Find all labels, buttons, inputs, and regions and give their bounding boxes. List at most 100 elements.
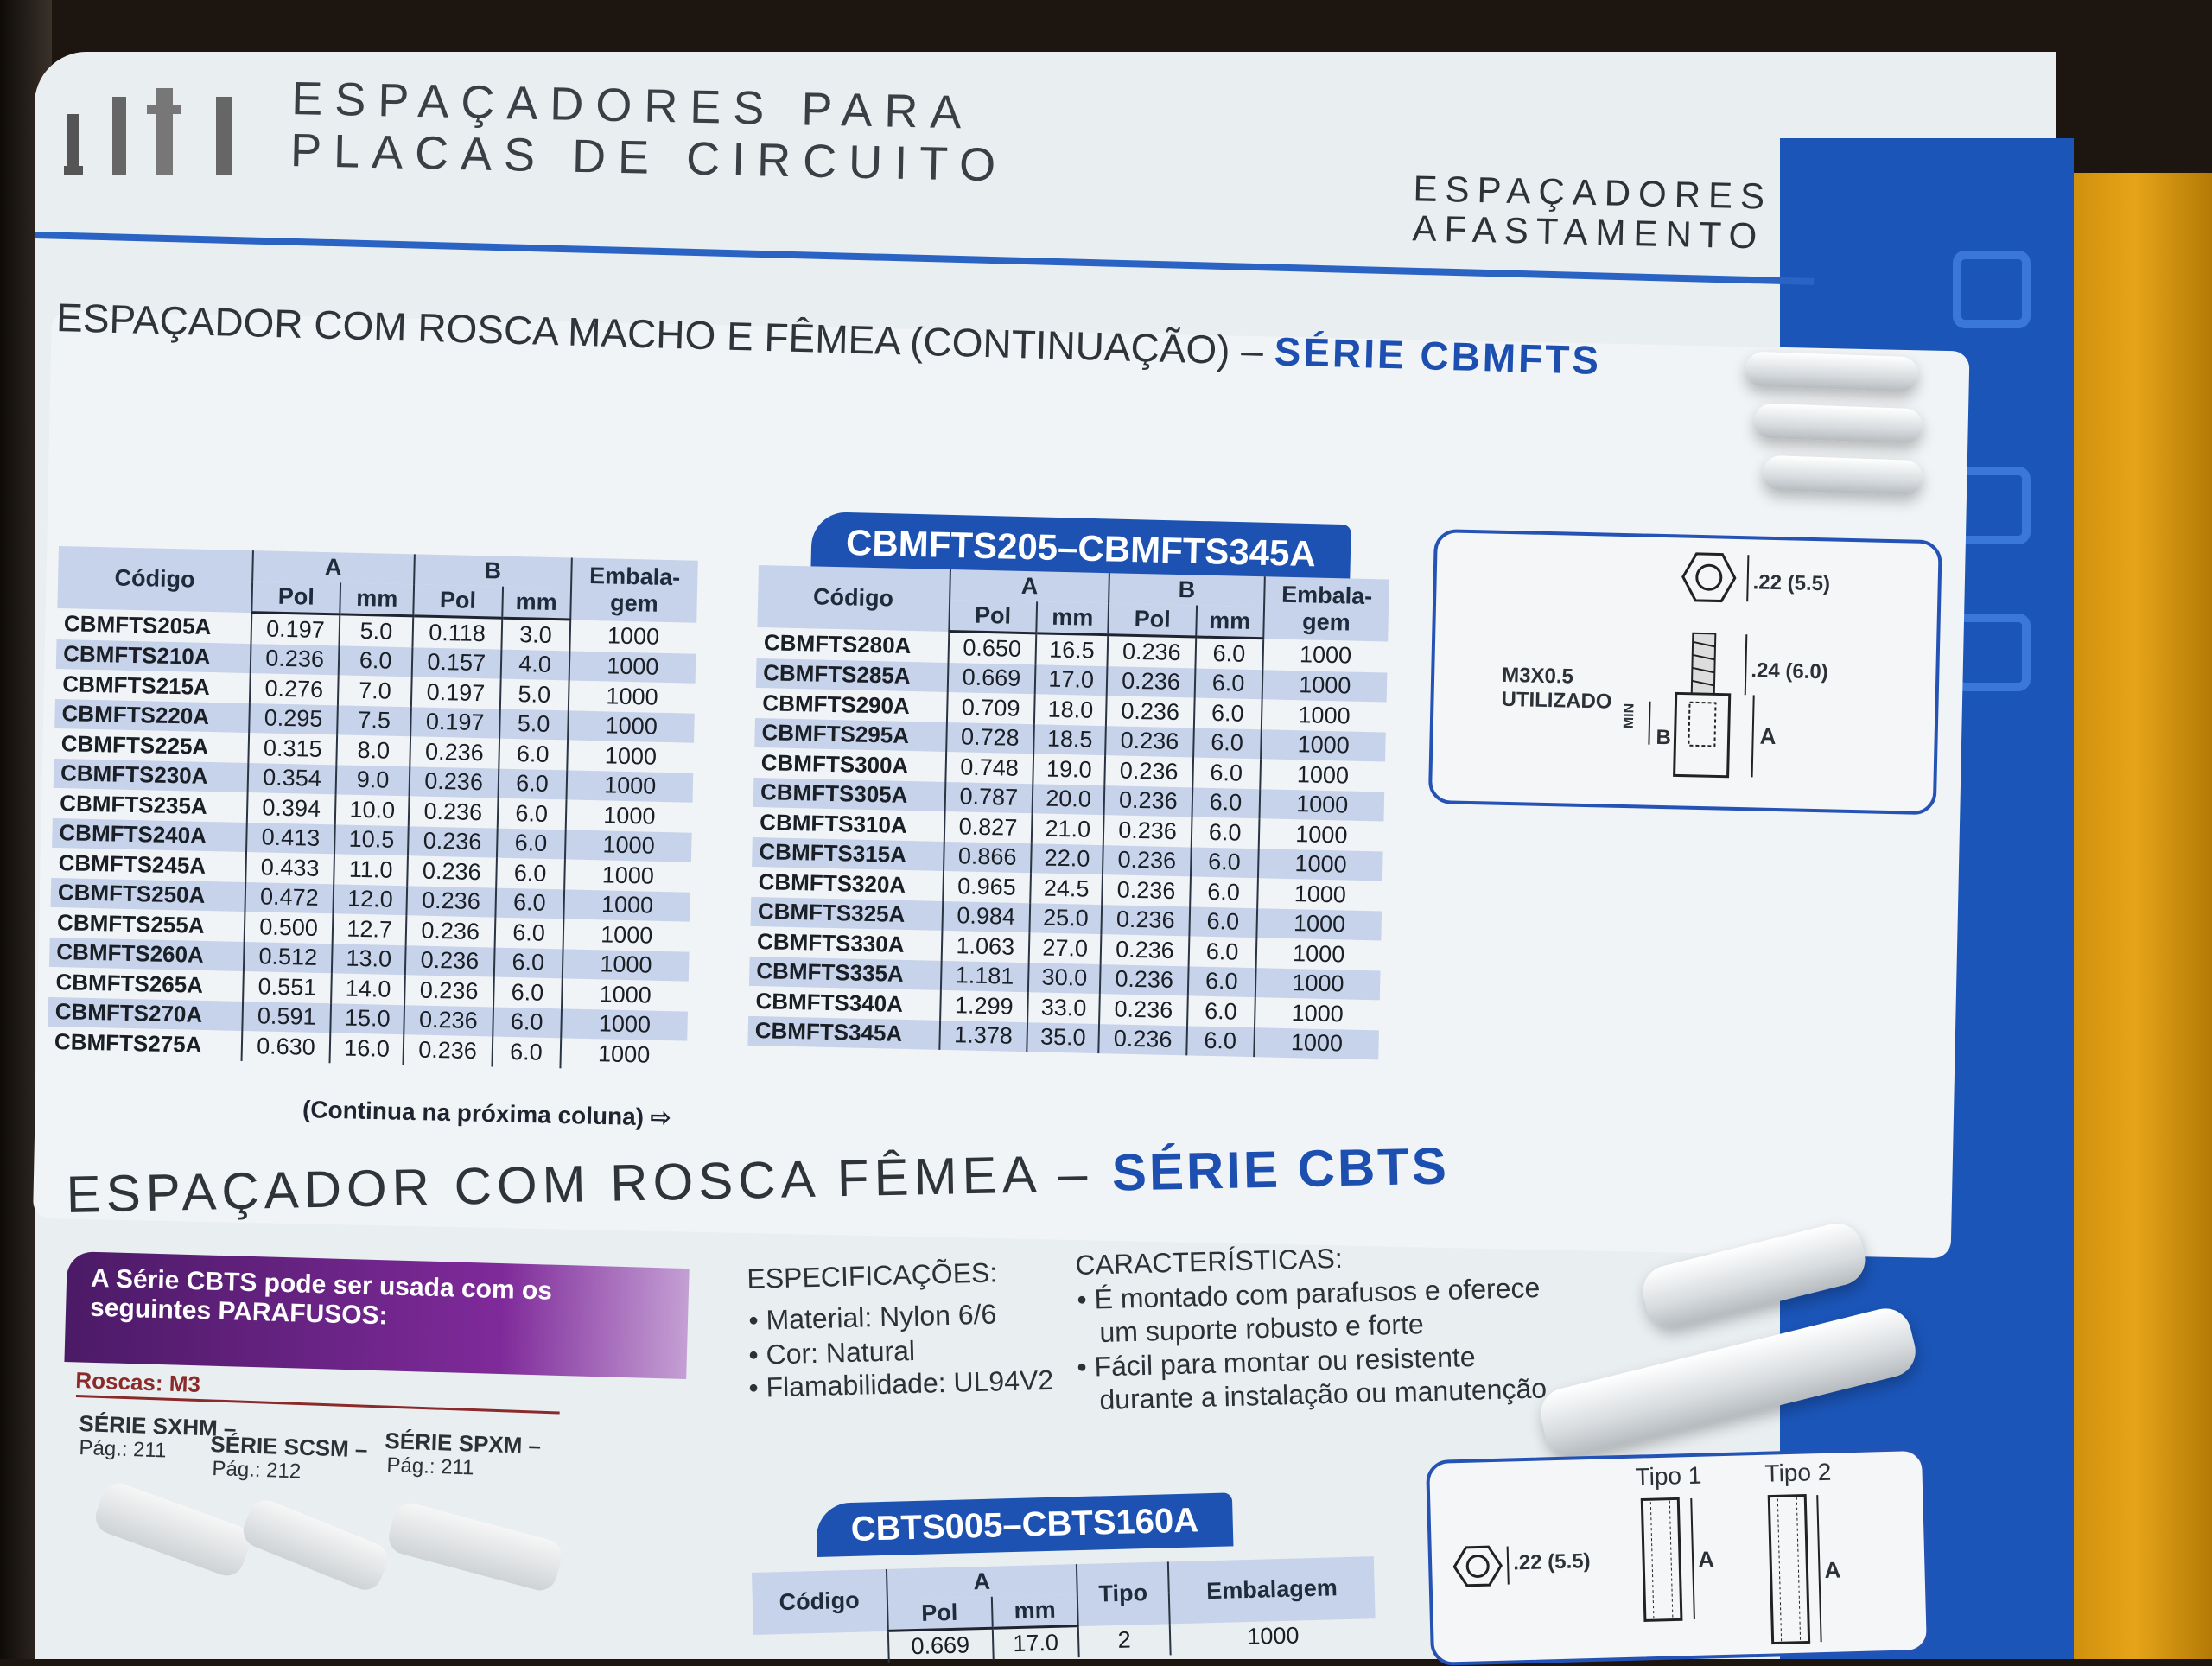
cell: 0.236 (1105, 725, 1194, 758)
part-code: CBMFTS235A (52, 787, 248, 823)
cell: 6.0 (1191, 817, 1260, 849)
part-code: CBMFTS345A (747, 1015, 940, 1050)
col-a-mm: mm (1036, 601, 1109, 635)
threads-label: Roscas: M3 (74, 1367, 201, 1398)
cell: 0.236 (1104, 755, 1193, 787)
cell: 0.394 (246, 792, 336, 824)
section2-band-title: CBTS005–CBTS160A (816, 1492, 1234, 1557)
part-code: CBMFTS325A (750, 896, 943, 931)
cell: 1000 (1253, 1027, 1379, 1060)
cell: 0.551 (242, 970, 333, 1003)
cell: 0.413 (245, 822, 336, 855)
cell: 8.0 (336, 734, 411, 766)
col-a-pol: Pol (251, 581, 341, 614)
part-code: CBMFTS300A (753, 747, 946, 782)
cell: 1000 (1247, 1622, 1300, 1650)
cell: 0.236 (404, 1004, 493, 1037)
section1-series: SÉRIE CBMFTS (1273, 328, 1602, 383)
tipo2-label: Tipo 2 (1764, 1458, 1832, 1487)
part-code: CBMFTS320A (751, 866, 944, 901)
col-pack: Embala-gem (1262, 576, 1389, 642)
cell: 0.236 (407, 855, 497, 888)
cell: 6.0 (494, 917, 564, 949)
specs-title: ESPECIFICAÇÕES: (747, 1256, 998, 1294)
header-right-title: ESPAÇADORES AFASTAMENTO (1412, 168, 1773, 257)
part-code: CBMFTS225A (54, 728, 249, 763)
cell: 1000 (566, 769, 694, 803)
cell: 1000 (1295, 820, 1348, 849)
col-b-mm: mm (1195, 605, 1264, 639)
cell: 25.0 (1029, 902, 1103, 935)
col-a-pol: Pol (887, 1596, 993, 1631)
cell: 0.197 (251, 612, 340, 645)
cell: 1000 (1255, 967, 1381, 1001)
decor-square (1953, 614, 2031, 691)
cell: 1000 (606, 683, 658, 710)
cell: 1000 (1255, 907, 1382, 941)
dim-a-label: A (1697, 1546, 1715, 1573)
cell: 13.0 (332, 943, 406, 976)
part-code: CBMFTS220A (54, 698, 250, 734)
cell: 10.5 (334, 823, 409, 856)
cell: 0.709 (946, 691, 1035, 724)
part-code: CBMFTS245A (51, 847, 246, 882)
cell: 1000 (607, 622, 660, 650)
cell: 22.0 (1030, 843, 1104, 875)
cell: 1000 (1291, 999, 1344, 1027)
cell: 18.0 (1033, 694, 1108, 726)
dim-a-label: A (1824, 1556, 1841, 1583)
cell: 0.236 (404, 944, 495, 977)
cell: 11.0 (334, 854, 408, 886)
part-code: CBMFTS205A (56, 607, 252, 644)
cell: 7.5 (337, 704, 411, 737)
cell: 17.0 (1034, 664, 1108, 696)
col-b-mm: mm (501, 586, 571, 620)
cell: 1000 (1296, 760, 1350, 789)
tipo1-label: Tipo 1 (1635, 1461, 1702, 1491)
cell: 0.236 (1107, 634, 1196, 668)
screw-page-3: Pág.: 211 (386, 1453, 474, 1480)
compatible-screws-banner: A Série CBTS pode ser usada com os segui… (64, 1251, 690, 1380)
cell: 0.512 (243, 941, 333, 974)
cell: 1000 (601, 862, 655, 889)
cell: 0.236 (1103, 785, 1192, 817)
cell: 0.669 (947, 662, 1036, 695)
page-edges (2056, 173, 2212, 1659)
cbts-dimension-diagram: Tipo 1 Tipo 2 .22 (5.5) A A (1426, 1447, 1931, 1666)
cell: 1000 (569, 650, 696, 684)
cell: 0.157 (411, 646, 501, 679)
cell: 6.0 (1193, 697, 1262, 729)
cell: 35.0 (1027, 1021, 1100, 1054)
cell: 33.0 (1027, 992, 1101, 1024)
cell: 1000 (604, 742, 658, 770)
cell: 1000 (1259, 788, 1385, 822)
col-a-mm: mm (991, 1594, 1079, 1629)
cell: 6.0 (494, 887, 564, 919)
col-pack: Embala-gem (569, 557, 698, 623)
part-code: CBMFTS260A (48, 937, 245, 971)
cell: 1000 (603, 802, 656, 830)
hex-dimension-label: .22 (5.5) (1512, 1549, 1591, 1575)
cell: 0.236 (1103, 815, 1192, 847)
cell: 1000 (1292, 939, 1345, 968)
cell: 1000 (1257, 848, 1383, 881)
cell: 0.236 (1098, 1023, 1187, 1056)
decor-square (1953, 251, 2031, 328)
cell: 18.5 (1033, 723, 1107, 756)
col-a-mm: mm (340, 582, 415, 616)
cell: 6.0 (498, 738, 568, 770)
cell: 15.0 (330, 1002, 404, 1035)
col-a: A (949, 569, 1110, 604)
cbmfts-table-2: Código A B Embala-gem Pol mm Pol mm CBMF… (747, 565, 1389, 1060)
part-code: CBMFTS240A (52, 817, 247, 853)
spacer-photo (1753, 403, 1923, 444)
col-a-pol: Pol (949, 600, 1038, 633)
cbmfts-dimension-diagram: .22 (5.5) .24 (6.0) M3X0.5 UTILIZADO A B… (1427, 529, 1942, 816)
cell: 1000 (560, 1008, 688, 1041)
col-a: A (886, 1564, 1078, 1599)
cell: 6.0 (1185, 1025, 1255, 1058)
spacer-photo (1745, 351, 1919, 392)
dim-a-label: A (1759, 722, 1777, 750)
cell: 6.0 (1190, 846, 1259, 879)
header-right-line2: AFASTAMENTO (1412, 207, 1765, 257)
